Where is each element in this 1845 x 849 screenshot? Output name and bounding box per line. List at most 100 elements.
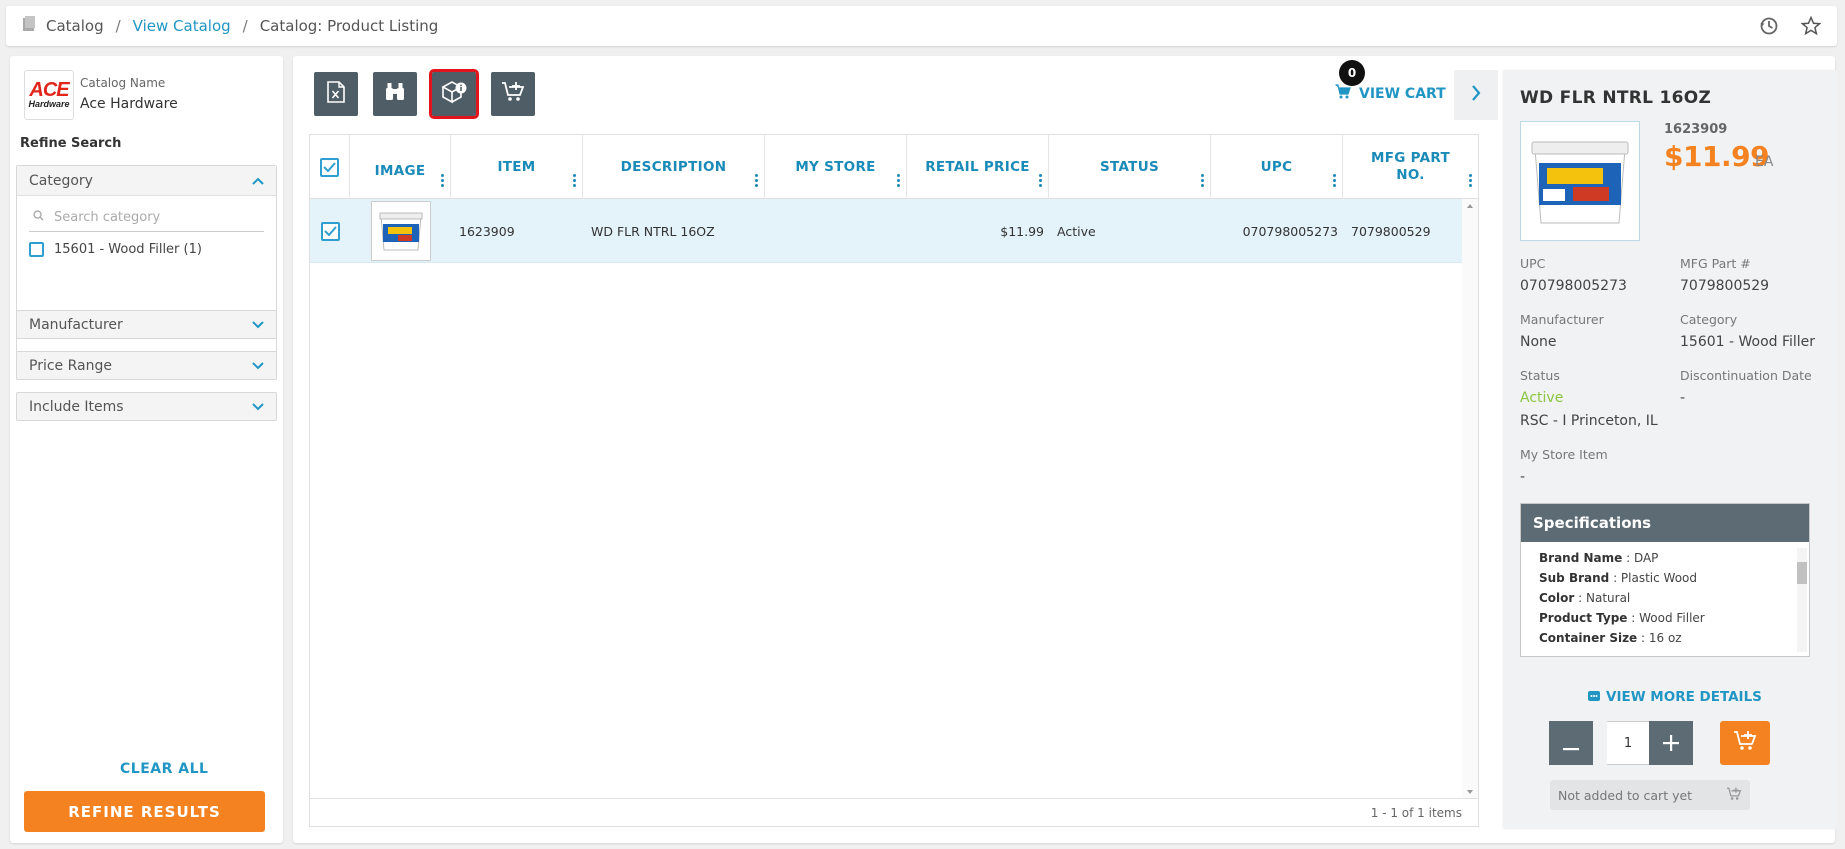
row-checkbox[interactable]	[320, 221, 340, 241]
product-image[interactable]	[1520, 121, 1640, 241]
category-search-input[interactable]: Search category	[29, 204, 264, 232]
cart-add-icon	[1726, 787, 1742, 804]
column-menu-icon[interactable]	[755, 174, 758, 189]
item-cell: 1623909	[459, 223, 515, 239]
view-cart-link[interactable]: VIEW CART	[1335, 84, 1446, 103]
column-header-my-store[interactable]: MY STORE	[765, 135, 907, 199]
spec-value: Natural	[1586, 591, 1631, 605]
column-header-label: STATUS	[1100, 158, 1159, 175]
category-filter-title: Category	[29, 172, 93, 189]
column-header-status[interactable]: STATUS	[1049, 135, 1211, 199]
column-header-mfg-part[interactable]: MFG PART NO.	[1343, 135, 1478, 199]
status-cell: Active	[1057, 223, 1096, 239]
excel-file-icon	[327, 81, 345, 107]
my-store-cell	[773, 199, 899, 263]
view-more-details-link[interactable]: VIEW MORE DETAILS	[1588, 689, 1762, 705]
spec-row: Brand Name : DAP	[1539, 551, 1659, 565]
column-menu-icon[interactable]	[1333, 174, 1336, 189]
binoculars-button[interactable]	[373, 72, 417, 116]
specifications-title: Specifications	[1521, 504, 1809, 542]
category-filter-header[interactable]: Category	[17, 166, 276, 196]
my-store-item-value: -	[1520, 469, 1526, 485]
specifications-scrollbar[interactable]	[1797, 548, 1807, 652]
mfg-part-label: MFG Part #	[1680, 256, 1751, 271]
refine-search-label: Refine Search	[20, 136, 122, 151]
manufacturer-value: None	[1520, 334, 1557, 350]
cart-add-icon	[1733, 730, 1757, 756]
category-option[interactable]: 15601 - Wood Filler (1)	[29, 242, 276, 257]
add-to-cart-button[interactable]	[491, 72, 535, 116]
mfg-part-cell: 7079800529	[1351, 223, 1431, 239]
select-all-cell	[310, 135, 350, 199]
column-header-label: MY STORE	[795, 158, 876, 175]
mfg-part-value: 7079800529	[1680, 278, 1770, 294]
select-all-checkbox[interactable]	[320, 157, 339, 177]
status-value: Active	[1520, 390, 1564, 406]
category-search-placeholder: Search category	[54, 210, 161, 225]
specifications-box: Specifications Brand Name : DAP Sub Bran…	[1520, 503, 1810, 657]
discontinuation-date-label: Discontinuation Date	[1680, 368, 1812, 383]
quantity-input[interactable]: 1	[1607, 721, 1649, 765]
column-header-label: RETAIL PRICE	[925, 158, 1030, 175]
breadcrumb-current: Catalog: Product Listing	[259, 17, 439, 35]
column-header-description[interactable]: DESCRIPTION	[583, 135, 765, 199]
product-item-number: 1623909	[1664, 122, 1728, 137]
column-menu-icon[interactable]	[441, 174, 444, 189]
column-menu-icon[interactable]	[897, 174, 900, 189]
rsc-location: RSC - I Princeton, IL	[1520, 413, 1658, 429]
quantity-decrease-button[interactable]	[1549, 721, 1593, 765]
table-row[interactable]: 1623909 WD FLR NTRL 16OZ $11.99 Active 0…	[310, 199, 1462, 263]
product-grid: IMAGE ITEM DESCRIPTION MY STORE RETAIL P…	[309, 134, 1479, 827]
product-unit: EA	[1755, 154, 1774, 170]
breadcrumb-bar: Catalog / View Catalog / Catalog: Produc…	[6, 6, 1837, 46]
plus-icon	[1663, 728, 1679, 758]
add-to-cart-detail-button[interactable]	[1720, 721, 1770, 765]
star-icon[interactable]	[1801, 16, 1821, 36]
row-image-cell	[350, 199, 451, 263]
my-store-item-label: My Store Item	[1520, 447, 1608, 462]
grid-scrollbar[interactable]	[1462, 199, 1478, 799]
brand-logo: ACE Hardware	[24, 70, 74, 120]
spec-row: Product Type : Wood Filler	[1539, 611, 1705, 625]
column-header-retail-price[interactable]: RETAIL PRICE	[907, 135, 1049, 199]
cart-status-indicator: Not added to cart yet	[1550, 780, 1750, 810]
column-header-item[interactable]: ITEM	[451, 135, 583, 199]
brand-logo-text: ACE	[29, 79, 69, 101]
clear-all-button[interactable]: CLEAR ALL	[120, 761, 208, 777]
cart-icon	[1335, 84, 1351, 103]
quantity-increase-button[interactable]	[1649, 721, 1693, 765]
column-menu-icon[interactable]	[573, 174, 576, 189]
column-header-label: UPC	[1260, 158, 1293, 175]
product-detail-panel: WD FLR NTRL 16OZ 1623909 $11.99 EA UPC 0…	[1504, 70, 1837, 829]
breadcrumb-root[interactable]: Catalog	[46, 17, 104, 35]
column-header-upc[interactable]: UPC	[1211, 135, 1343, 199]
price-range-filter-title: Price Range	[29, 357, 112, 374]
category-label: Category	[1680, 312, 1738, 327]
grid-header: IMAGE ITEM DESCRIPTION MY STORE RETAIL P…	[310, 135, 1478, 199]
spec-value: DAP	[1633, 551, 1659, 565]
include-items-filter[interactable]: Include Items	[16, 392, 277, 421]
chevron-down-icon	[252, 317, 264, 333]
column-menu-icon[interactable]	[1201, 174, 1204, 189]
spec-row: Container Size : 16 oz	[1539, 631, 1682, 645]
upc-label: UPC	[1520, 256, 1546, 271]
scrollbar-thumb[interactable]	[1797, 562, 1807, 584]
refine-results-button[interactable]: REFINE RESULTS	[24, 791, 265, 832]
manufacturer-filter[interactable]: Manufacturer	[16, 310, 277, 339]
spec-value: Wood Filler	[1639, 611, 1705, 625]
spec-key: Brand Name	[1539, 551, 1623, 565]
column-header-image[interactable]: IMAGE	[350, 135, 451, 199]
category-option-checkbox[interactable]	[29, 242, 44, 257]
manufacturer-filter-title: Manufacturer	[29, 316, 123, 333]
catalog-name-label: Catalog Name	[80, 76, 166, 90]
toggle-detail-panel-button[interactable]	[1454, 70, 1498, 120]
column-menu-icon[interactable]	[1469, 174, 1472, 189]
package-info-button[interactable]	[429, 69, 479, 119]
breadcrumb-view-catalog[interactable]: View Catalog	[133, 17, 231, 35]
history-icon[interactable]	[1759, 16, 1779, 36]
export-excel-button[interactable]	[314, 72, 358, 116]
price-range-filter[interactable]: Price Range	[16, 351, 277, 380]
column-menu-icon[interactable]	[1039, 174, 1042, 189]
cart-status-text: Not added to cart yet	[1558, 787, 1693, 803]
product-thumbnail[interactable]	[370, 201, 431, 261]
